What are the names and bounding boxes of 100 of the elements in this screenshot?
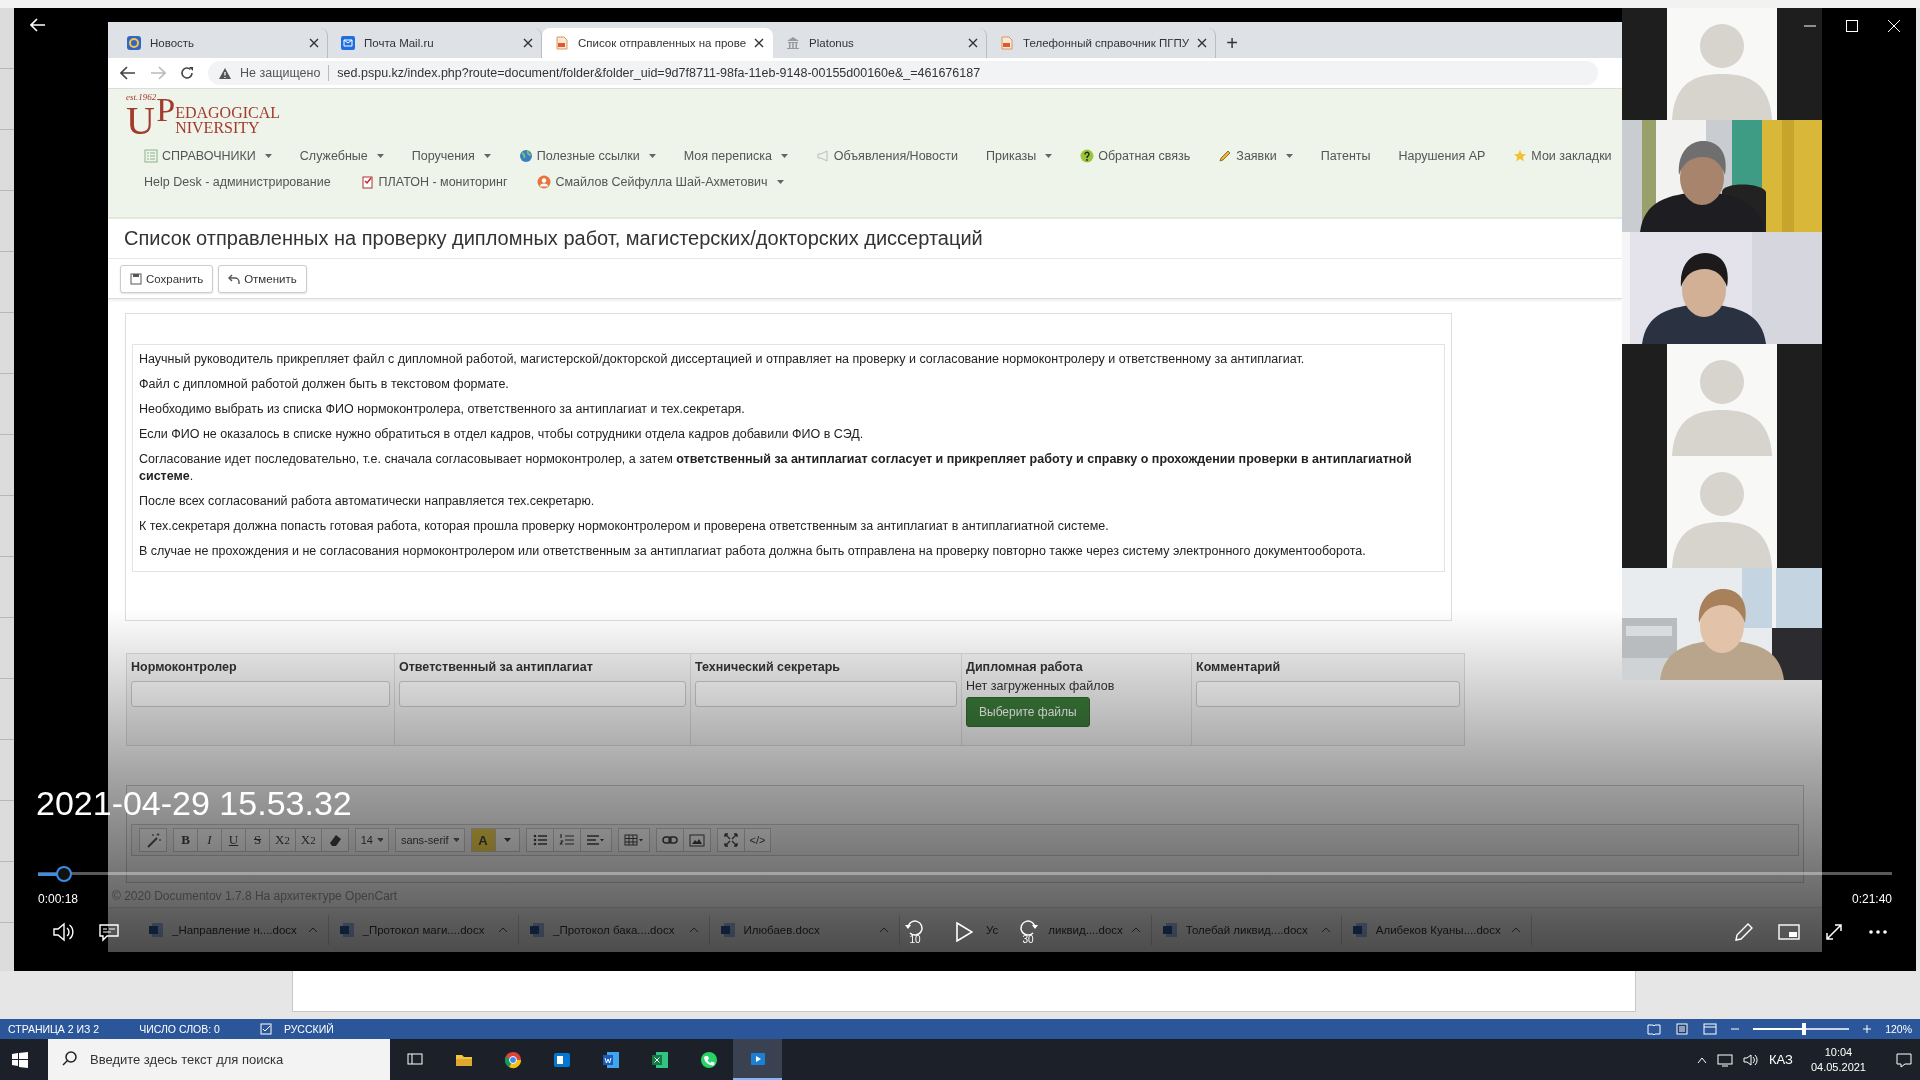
browser-tab[interactable]: Телефонный справочник ПГПУ: [987, 28, 1216, 58]
menu-link[interactable]: Заявки: [1218, 149, 1293, 163]
word-file-icon: [529, 922, 545, 938]
menu-link[interactable]: Поручения: [411, 149, 491, 163]
menu-link[interactable]: Моя переписка: [683, 149, 788, 163]
network-icon[interactable]: [1717, 1052, 1733, 1067]
chevron-up-icon[interactable]: [1697, 1055, 1707, 1064]
pencil-icon: [1218, 149, 1233, 163]
word-file-icon: [1161, 922, 1178, 938]
maximize-icon[interactable]: [1846, 20, 1858, 32]
play-icon[interactable]: [955, 922, 973, 942]
italic-button[interactable]: I: [197, 828, 222, 852]
color-menu-button[interactable]: [494, 828, 520, 852]
word-file-icon: [338, 922, 355, 938]
menu-link[interactable]: Полезные ссылки: [518, 149, 656, 163]
notification-icon[interactable]: [1896, 1051, 1912, 1068]
browser-tab[interactable]: Новость: [114, 28, 328, 58]
menu-link[interactable]: Служебные: [299, 149, 384, 163]
forward-button[interactable]: 30: [1015, 919, 1041, 945]
menu-link[interactable]: Патенты: [1320, 149, 1371, 163]
search-field[interactable]: Введите здесь текст для поиска: [88, 1039, 390, 1080]
pen-icon[interactable]: [1734, 922, 1754, 942]
zoom-level[interactable]: 120%: [1885, 1023, 1912, 1035]
font-select[interactable]: sans-serif: [394, 828, 465, 852]
fullscreen-button[interactable]: [716, 828, 745, 852]
close-icon[interactable]: [1197, 38, 1207, 48]
language-indicator[interactable]: КАЗ: [1769, 1052, 1793, 1067]
note-text: В случае не прохождения и не согласования нормоконтролером или ответственным за антиплагиат работа должна быть отправлена на проверку повторно также через систему электронного документооборота.: [139, 543, 1367, 560]
align-button[interactable]: [579, 828, 612, 852]
captions-icon[interactable]: [98, 922, 120, 942]
rewind-button[interactable]: 10: [902, 919, 928, 945]
menu-link[interactable]: Нарушения АР: [1398, 149, 1486, 163]
picture-in-picture-icon[interactable]: [1778, 923, 1800, 941]
more-icon[interactable]: [1868, 929, 1888, 935]
font-select[interactable]: 14: [354, 828, 389, 852]
field-label: Нормоконтролер: [131, 660, 237, 674]
menu-link[interactable]: Смайлов Сейфулла Шай-Ахметович: [537, 175, 784, 189]
close-icon[interactable]: [754, 38, 765, 48]
strikethrough-button[interactable]: S: [245, 828, 270, 852]
code-view-button[interactable]: </>: [743, 828, 772, 852]
browser-tab[interactable]: Список отправленных на прове: [542, 28, 774, 58]
zoom-in-icon[interactable]: [1863, 1025, 1872, 1033]
menu-link[interactable]: Мои закладки: [1513, 149, 1612, 163]
menu-link[interactable]: ПЛАТОН - мониторинг: [360, 175, 508, 189]
link-button[interactable]: [655, 828, 684, 852]
undo-button[interactable]: Отменить: [218, 264, 307, 293]
close-icon[interactable]: [523, 38, 533, 48]
save-button[interactable]: Сохранить: [120, 264, 214, 293]
image-button[interactable]: [682, 828, 711, 852]
clear-format-button[interactable]: [320, 828, 349, 852]
menu-link[interactable]: Help Desk - администрирование: [144, 175, 331, 189]
bold-button[interactable]: B: [173, 828, 198, 852]
print-layout-icon[interactable]: [1675, 1023, 1690, 1035]
text-field[interactable]: [399, 681, 686, 707]
bullet-list-icon: [531, 832, 548, 848]
underline-button[interactable]: U: [221, 828, 246, 852]
volume-icon[interactable]: [1743, 1052, 1759, 1067]
style-button[interactable]: [139, 828, 167, 852]
choose-files-button[interactable]: Выберите файлы: [966, 697, 1090, 727]
text-field[interactable]: [1196, 681, 1460, 707]
address-field[interactable]: Не защищено sed.pspu.kz/index.php?route=document/folder&folder_uid=9d7f8711-98fa-11eb-9148-00155d00160e&_=461676187: [208, 61, 1598, 85]
clock[interactable]: 10:04 04.05.2021: [1810, 1044, 1866, 1075]
table-button[interactable]: [617, 828, 650, 852]
text-field[interactable]: [131, 681, 390, 707]
bullet-list-button[interactable]: [525, 828, 554, 852]
warning-icon[interactable]: [218, 66, 232, 80]
security-label[interactable]: Не защищено: [240, 66, 321, 80]
word-file-icon: [148, 922, 164, 938]
menu-link[interactable]: Объявления/Новости: [815, 149, 958, 163]
zoom-out-icon[interactable]: [1731, 1025, 1740, 1033]
close-icon[interactable]: [309, 38, 319, 48]
volume-icon[interactable]: [52, 922, 74, 942]
clipboard-icon: [360, 175, 375, 189]
new-tab-button[interactable]: +: [1216, 28, 1248, 58]
close-icon[interactable]: [968, 38, 979, 48]
text-field[interactable]: [695, 681, 957, 707]
circle-badge-icon: [126, 35, 142, 51]
back-arrow-icon[interactable]: [30, 18, 46, 32]
reload-icon[interactable]: [180, 66, 194, 80]
align-icon: [585, 832, 606, 848]
field-label: Технический секретарь: [695, 660, 841, 674]
zoom-handle[interactable]: [1802, 1023, 1806, 1035]
back-icon[interactable]: [120, 66, 136, 80]
field-label: Комментарий: [1196, 660, 1281, 674]
note-text: Научный руководитель прикрепляет файл с дипломной работой, магистерской/докторской диссертацией и отправляет на проверку и согласование нормоконтролеру и ответственному за антиплагиат.: [139, 351, 1306, 368]
caret-icon: [503, 838, 511, 842]
browser-tab[interactable]: Почта Mail.ru: [328, 28, 542, 58]
proofing-icon[interactable]: [259, 1023, 274, 1035]
fullscreen-icon[interactable]: [1824, 922, 1844, 942]
web-layout-icon[interactable]: [1703, 1023, 1718, 1035]
menu-link[interactable]: Обратная связь: [1080, 149, 1191, 163]
file-name: Толебай ликвид....docx: [1185, 924, 1309, 936]
caret-icon: [376, 838, 383, 842]
menu-link[interactable]: СПРАВОЧНИКИ: [144, 149, 272, 163]
search-icon[interactable]: [48, 1039, 88, 1080]
menu-link[interactable]: Приказы: [986, 149, 1053, 163]
file-status: Нет загруженных файлов: [966, 679, 1115, 693]
url-text[interactable]: sed.pspu.kz/index.php?route=document/folder&folder_uid=9d7f8711-98fa-11eb-9148-00155d00160e&_=461676187: [337, 66, 981, 80]
browser-tab[interactable]: Platonus: [773, 28, 988, 58]
read-mode-icon[interactable]: [1647, 1023, 1662, 1035]
